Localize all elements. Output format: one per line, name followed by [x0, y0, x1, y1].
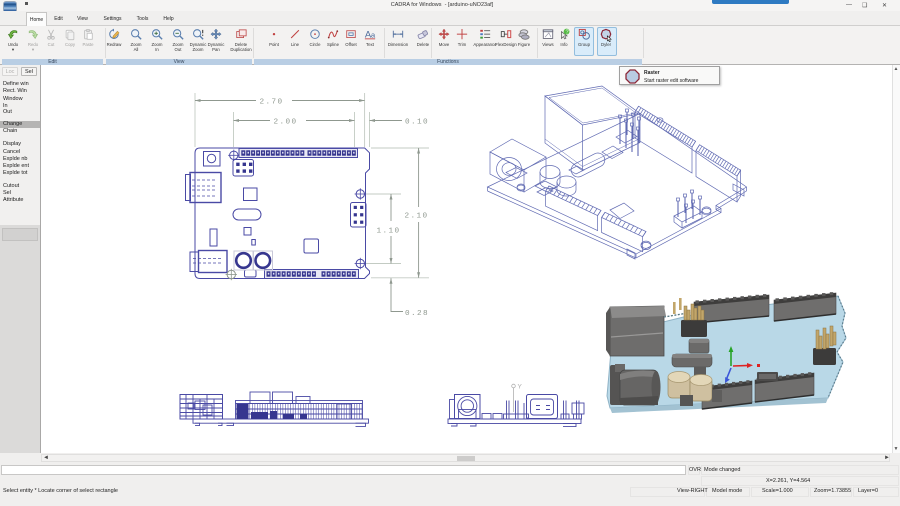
svg-text:2.10: 2.10 — [405, 213, 429, 221]
svg-text:1.10: 1.10 — [377, 228, 401, 236]
svg-text:0.10: 0.10 — [405, 119, 429, 127]
svg-text:0.28: 0.28 — [405, 310, 429, 318]
svg-text:Y: Y — [518, 384, 523, 391]
svg-text:2.70: 2.70 — [260, 99, 284, 107]
svg-text:2.00: 2.00 — [274, 119, 298, 127]
